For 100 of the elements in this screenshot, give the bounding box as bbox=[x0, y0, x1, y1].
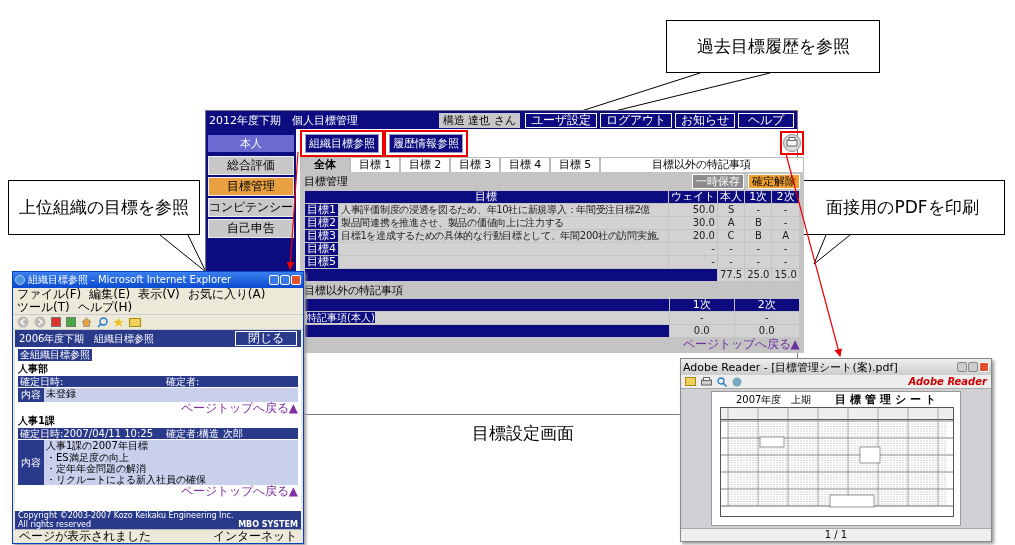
menu-item[interactable]: ツール(T) bbox=[17, 301, 70, 314]
folder-icon[interactable] bbox=[685, 377, 696, 386]
logo-text: MBO SYSTEM bbox=[238, 520, 298, 529]
maximize-button[interactable] bbox=[968, 362, 978, 372]
folder-icon[interactable] bbox=[129, 317, 141, 327]
document-title: 目標管理シート bbox=[835, 393, 941, 406]
star-icon[interactable] bbox=[113, 316, 124, 328]
table-cell: C bbox=[717, 230, 745, 242]
content-line: ・ES満足度の向上 bbox=[46, 452, 130, 463]
close-button[interactable]: 閉じる bbox=[235, 331, 297, 346]
table-cell: B bbox=[745, 217, 772, 229]
page-top-link[interactable]: ページトップへ戻る▲ bbox=[180, 402, 298, 414]
link-button[interactable]: 全組織目標参照 bbox=[18, 349, 92, 361]
minimize-button[interactable] bbox=[957, 362, 967, 372]
back-icon[interactable] bbox=[17, 316, 29, 328]
table-cell: S bbox=[717, 204, 745, 216]
close-button[interactable] bbox=[979, 362, 989, 372]
table-cell: - bbox=[745, 256, 772, 268]
table-cell: - bbox=[734, 312, 799, 324]
table-cell: B bbox=[745, 230, 772, 242]
table-cell: - bbox=[772, 204, 799, 216]
callout-pointer bbox=[813, 234, 851, 265]
status-text: ページが表示されました bbox=[19, 530, 151, 543]
menu-item[interactable]: 編集(E) bbox=[89, 288, 131, 301]
row-label: 目標2 bbox=[305, 217, 338, 229]
sidebar-item[interactable]: コンピテンシー bbox=[208, 198, 294, 217]
tab[interactable]: 目標 5 bbox=[550, 157, 600, 172]
menu-item[interactable]: 表示(V) bbox=[138, 288, 180, 301]
menu-item[interactable]: ヘルプ(H) bbox=[77, 301, 133, 314]
link-button[interactable]: 組織目標参照 bbox=[305, 133, 379, 153]
forward-icon[interactable] bbox=[34, 316, 46, 328]
content-line: 人事1課の2007年目標 bbox=[46, 440, 149, 451]
header-button[interactable]: ユーザ設定 bbox=[525, 112, 597, 128]
tab[interactable]: 目標 2 bbox=[400, 157, 450, 172]
column-header: 1次 bbox=[669, 299, 734, 311]
section-title: 目標以外の特記事項 bbox=[304, 284, 404, 298]
confirmed-by: 確定者: bbox=[166, 376, 200, 387]
section-title: 人事部 bbox=[18, 363, 49, 375]
header-button[interactable]: お知らせ bbox=[675, 112, 735, 128]
copyright-text: Copyright ©2003-2007 Kozo Keikaku Engineering Inc. All rights reserved bbox=[18, 511, 235, 529]
zone-text: インターネット bbox=[213, 530, 297, 543]
content-line: ・リクルートによる新入社員の確保 bbox=[46, 474, 207, 485]
window-title: 2012年度下期 個人目標管理 bbox=[209, 112, 359, 128]
home-icon[interactable] bbox=[81, 317, 92, 327]
sidebar-heading: 本人 bbox=[208, 135, 294, 152]
page-title: 2006年度下期 組織目標参照 bbox=[19, 331, 155, 346]
table-cell: - bbox=[745, 243, 772, 255]
menu-item[interactable]: ファイル(F) bbox=[17, 288, 82, 301]
row-label: 内容 bbox=[18, 440, 44, 485]
printer-icon[interactable] bbox=[701, 377, 712, 386]
table-cell: 30.0 bbox=[668, 217, 717, 229]
brand-logo: Adobe Reader bbox=[908, 376, 987, 387]
search-icon[interactable] bbox=[97, 316, 108, 328]
document-period: 2007年度 上期 bbox=[736, 393, 812, 406]
row-label: 目標4 bbox=[305, 243, 338, 255]
column-header: 本人 bbox=[717, 191, 745, 203]
column-header: 2次 bbox=[734, 299, 799, 311]
page-indicator: 1 / 1 bbox=[824, 529, 848, 541]
sidebar-item[interactable]: 総合評価 bbox=[208, 156, 294, 175]
sidebar-item[interactable]: 自己申告 bbox=[208, 219, 294, 238]
callout-label: 過去目標履歴を参照 bbox=[666, 20, 880, 73]
table-cell: 0.0 bbox=[734, 325, 799, 337]
window-title: Adobe Reader - [目標管理シート(案).pdf] bbox=[683, 359, 899, 375]
tab[interactable]: 目標以外の特記事項 bbox=[600, 157, 804, 172]
caption: 目標設定画面 bbox=[472, 422, 574, 445]
table-cell: 人事評価制度の浸透を図るため、年10社に新規導入：年間受注目標2億 bbox=[339, 204, 668, 216]
tab[interactable]: 目標 1 bbox=[350, 157, 400, 172]
column-header: 2次 bbox=[772, 191, 799, 203]
table-cell: 0.0 bbox=[669, 325, 734, 337]
confirmed-date: 確定日時:2007/04/11 10:25 bbox=[20, 428, 154, 439]
link-button[interactable]: 履歴情報参照 bbox=[389, 133, 463, 153]
header-button[interactable]: ヘルプ bbox=[738, 112, 794, 128]
tab[interactable]: 目標 4 bbox=[500, 157, 550, 172]
section-title: 目標管理 bbox=[304, 174, 348, 189]
tab[interactable]: 目標 3 bbox=[450, 157, 500, 172]
action-button[interactable]: 確定解除 bbox=[747, 174, 800, 189]
page-top-link[interactable]: ページトップへ戻る▲ bbox=[180, 485, 298, 497]
content-line: ・定年年金問題の解消 bbox=[46, 463, 146, 474]
header-button[interactable]: ログアウト bbox=[600, 112, 672, 128]
column-header: 目標 bbox=[305, 191, 668, 203]
table-cell: 77.5 bbox=[717, 269, 745, 281]
table-cell: A bbox=[772, 230, 799, 242]
row-label: 内容 bbox=[18, 388, 44, 402]
menu-item[interactable]: お気に入り(A) bbox=[187, 288, 266, 301]
refresh-icon[interactable] bbox=[66, 317, 76, 327]
page-top-link[interactable]: ページトップへ戻る▲ bbox=[682, 338, 800, 351]
content-line: 未登録 bbox=[46, 388, 77, 399]
window-title: 組織目標参照 - Microsoft Internet Explorer bbox=[28, 273, 233, 287]
section-title: 人事1課 bbox=[18, 415, 56, 427]
search-icon[interactable] bbox=[717, 376, 727, 387]
globe-icon bbox=[15, 275, 25, 285]
row-label: 目標3 bbox=[305, 230, 338, 242]
table-cell: - bbox=[717, 243, 745, 255]
close-button[interactable] bbox=[291, 275, 301, 285]
table-cell: - bbox=[772, 256, 799, 268]
table-cell: - bbox=[668, 243, 717, 255]
sidebar-item[interactable]: 目標管理 bbox=[208, 177, 294, 196]
table-cell: - bbox=[772, 243, 799, 255]
table-cell: 製品間連携を推進させ、製品の価値向上に注力する bbox=[339, 217, 668, 229]
tab[interactable]: 全体 bbox=[300, 157, 350, 172]
